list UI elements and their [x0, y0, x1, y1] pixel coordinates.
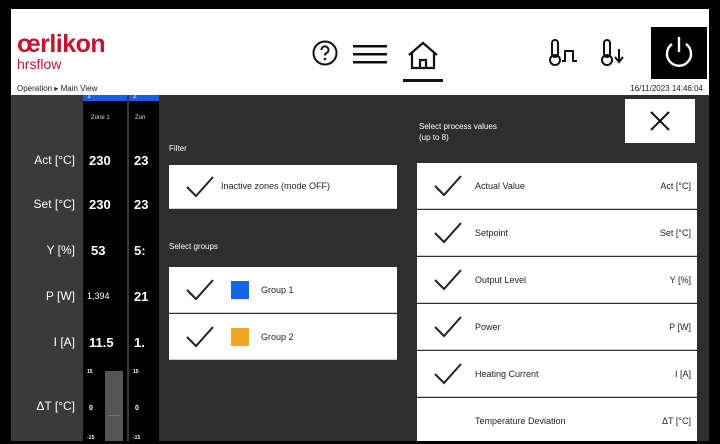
zone-y: 53 [91, 243, 106, 258]
checkmark-icon [434, 175, 462, 197]
checkmark-icon [434, 269, 462, 291]
filter-title: Filter [169, 144, 187, 153]
process-item-label: Power [475, 322, 501, 332]
checkmark-icon [186, 326, 214, 348]
dt-scale-bot: -15 [133, 435, 141, 441]
logo: œrlikon [17, 30, 106, 58]
zone-group-marker: 2 [129, 93, 159, 101]
home-icon[interactable] [397, 33, 449, 83]
zone-p: 21 [134, 289, 149, 304]
zone-number: 1 [87, 93, 91, 100]
row-label-act: Act [°C] [34, 153, 75, 167]
row-label-p: P [W] [45, 289, 75, 303]
process-item-label: Actual Value [475, 181, 525, 191]
zone-number: 2 [133, 93, 137, 100]
header: œrlikon hrsflow Operation ▸ Main View 16… [11, 9, 709, 95]
dt-scale-mid: 0 [135, 405, 139, 412]
group-1-color-swatch [231, 281, 249, 299]
group-2-color-swatch [231, 328, 249, 346]
inactive-zones-label: Inactive zones (mode OFF) [221, 181, 331, 191]
hamburger-menu-icon[interactable] [353, 43, 387, 65]
zone-i: 1. [134, 335, 145, 350]
close-icon [650, 111, 670, 131]
dt-scale-bot: -15 [87, 435, 95, 441]
zone-name: Zon [135, 115, 146, 121]
process-item-label: Temperature Deviation [475, 416, 566, 426]
group-2-toggle[interactable]: Group 2 [169, 314, 397, 360]
groups-title: Select groups [169, 242, 218, 251]
zone-act: 23 [134, 153, 149, 168]
thermometer-down-icon[interactable] [599, 37, 633, 67]
scroll-up-indicator[interactable] [567, 434, 579, 440]
logo-subtitle: hrsflow [17, 56, 62, 72]
datetime: 16/11/2023 14:46:04 [630, 84, 703, 93]
group-2-label: Group 2 [261, 332, 294, 342]
process-item-abbr: I [A] [674, 369, 691, 379]
zone-y: 5: [134, 243, 146, 258]
dt-scale-top: 15 [133, 369, 139, 375]
filter-overlay: Filter Inactive zones (mode OFF) Select … [159, 95, 709, 441]
app-window: œrlikon hrsflow Operation ▸ Main View 16… [11, 9, 709, 441]
process-item-setpoint[interactable]: Setpoint Set [°C] [417, 210, 697, 256]
zone-set: 230 [89, 197, 111, 212]
checkmark-icon [434, 316, 462, 338]
row-label-dt: ΔT [°C] [36, 399, 75, 413]
close-button[interactable] [625, 99, 695, 143]
process-item-abbr: ΔT [°C] [662, 416, 691, 426]
checkmark-icon [186, 279, 214, 301]
process-item-abbr: Y [%] [669, 275, 691, 285]
zone-name: Zone 1 [91, 115, 110, 121]
process-values-title-line1: Select process values [419, 122, 497, 131]
power-button[interactable] [651, 27, 707, 79]
dt-scale-top: 15 [87, 369, 93, 375]
process-values-title-line2: (up to 8) [419, 133, 449, 142]
row-label-i: I [A] [53, 335, 75, 349]
checkmark-icon [186, 176, 214, 198]
zone-act: 230 [89, 153, 111, 168]
row-label-set: Set [°C] [33, 197, 75, 211]
zone-column[interactable]: 1 Zone 1 230 230 53 1,394 11.5 15 0 -15 [83, 93, 127, 441]
row-labels: Act [°C] Set [°C] Y [%] P [W] I [A] ΔT [… [11, 95, 81, 441]
process-item-power[interactable]: Power P [W] [417, 304, 697, 350]
process-item-heating-current[interactable]: Heating Current I [A] [417, 351, 697, 397]
checkmark-icon [434, 222, 462, 244]
deviation-bar [105, 371, 123, 441]
row-label-y: Y [%] [46, 243, 75, 257]
help-icon[interactable] [311, 39, 339, 67]
process-item-label: Setpoint [475, 228, 509, 238]
zone-set: 23 [134, 197, 149, 212]
thermometer-heat-icon[interactable] [547, 37, 581, 67]
group-1-label: Group 1 [261, 285, 294, 295]
process-item-abbr: Act [°C] [660, 181, 691, 191]
process-item-output-level[interactable]: Output Level Y [%] [417, 257, 697, 303]
checkmark-icon [434, 363, 462, 385]
dt-scale-mid: 0 [89, 405, 93, 412]
main-view: Act [°C] Set [°C] Y [%] P [W] I [A] ΔT [… [11, 93, 709, 441]
process-item-label: Heating Current [475, 369, 539, 379]
breadcrumb: Operation ▸ Main View [17, 84, 98, 93]
process-values-title: Select process values (up to 8) [419, 121, 497, 143]
zone-column[interactable]: 2 Zon 23 23 5: 21 1. 15 0 -15 [129, 93, 159, 441]
zone-group-marker: 1 [83, 93, 127, 101]
group-1-toggle[interactable]: Group 1 [169, 267, 397, 313]
process-item-temperature-deviation[interactable]: Temperature Deviation ΔT [°C] [417, 398, 697, 441]
process-item-actual-value[interactable]: Actual Value Act [°C] [417, 163, 697, 209]
process-item-abbr: P [W] [669, 322, 691, 332]
inactive-zones-toggle[interactable]: Inactive zones (mode OFF) [169, 165, 397, 209]
process-item-label: Output Level [475, 275, 527, 285]
process-item-abbr: Set [°C] [659, 228, 691, 238]
power-icon [665, 37, 693, 67]
zone-i: 11.5 [89, 335, 114, 350]
zone-p: 1,394 [87, 291, 110, 301]
